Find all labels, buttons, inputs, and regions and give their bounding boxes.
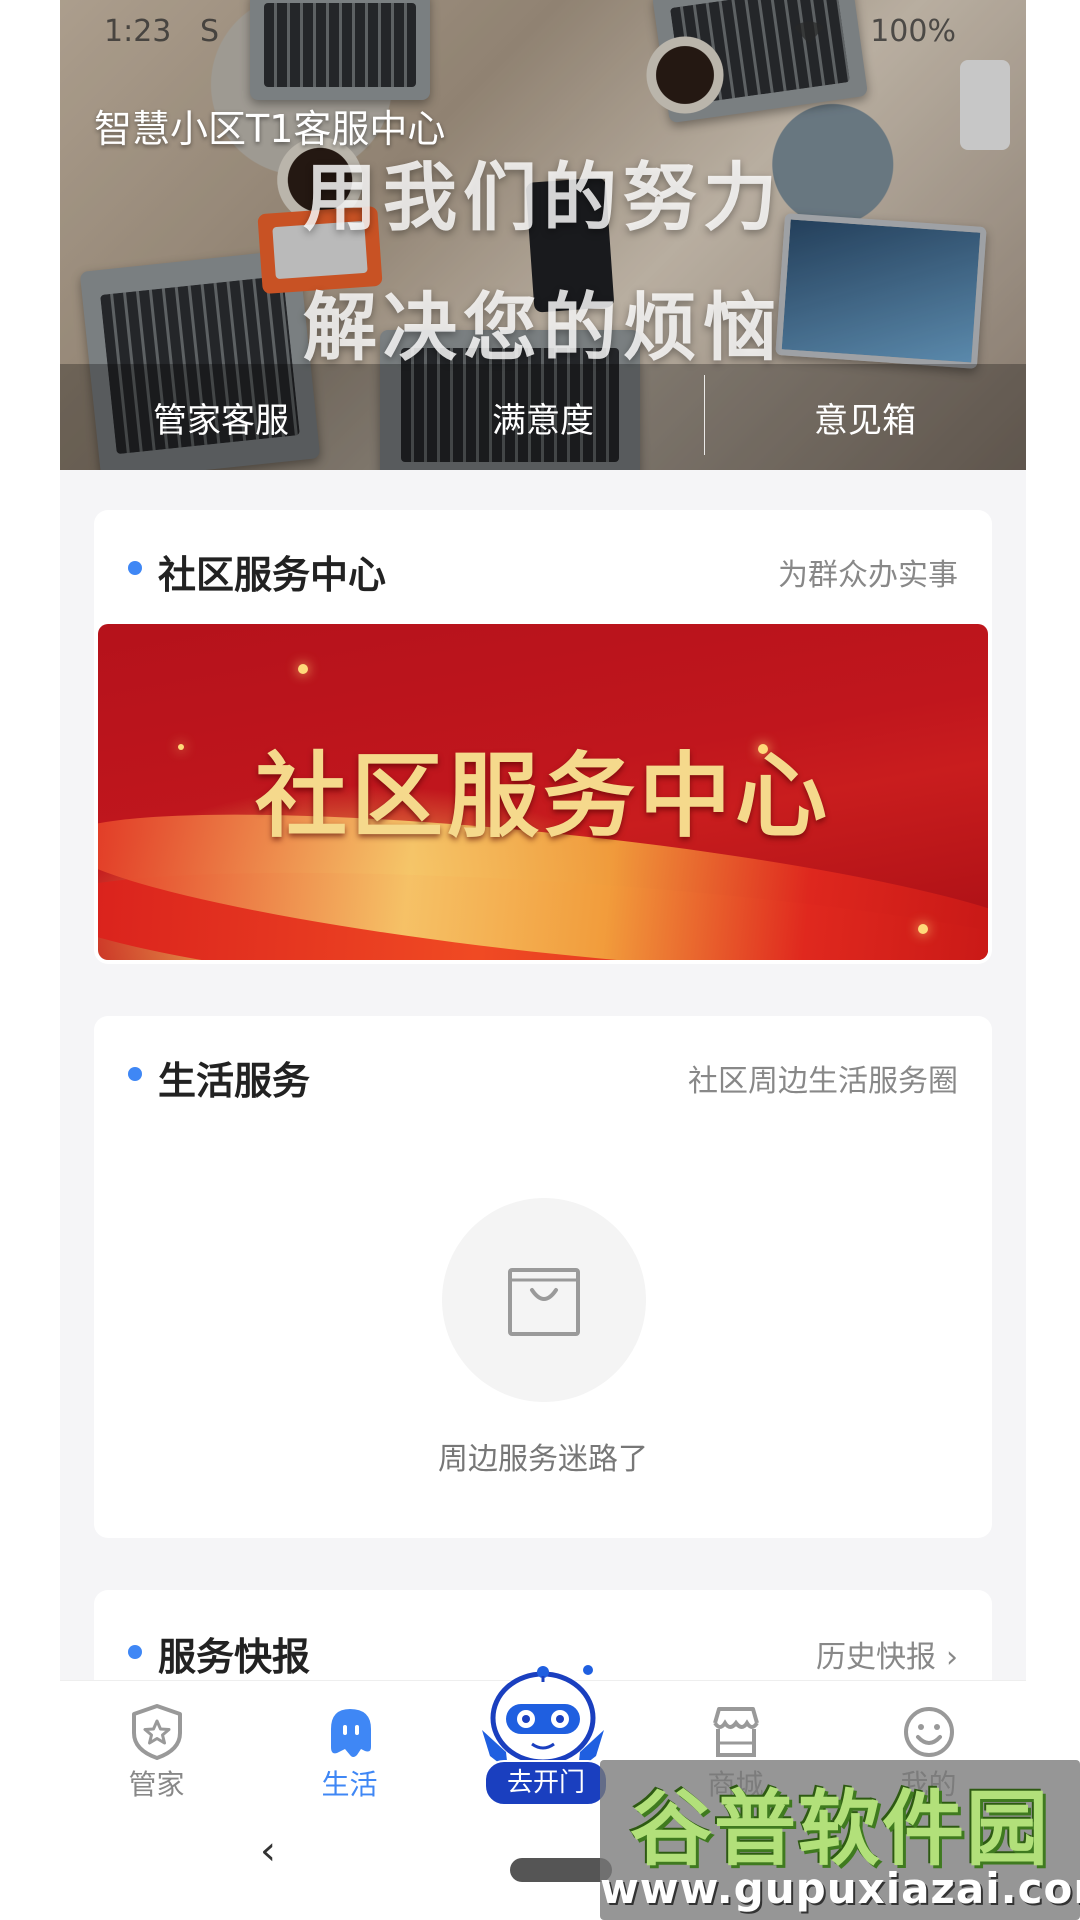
back-icon[interactable]: ‹ [260, 1828, 276, 1874]
tab-suggestion-box[interactable]: 意见箱 [704, 374, 1026, 455]
history-news-link[interactable]: 历史快报 › [816, 1632, 958, 1676]
life-service-card: 生活服务 社区周边生活服务圈 周边服务迷路了 [94, 1016, 992, 1538]
nav-item-butler[interactable]: 管家 [60, 1681, 253, 1809]
banner-title: 社区服务中心 [254, 742, 831, 850]
empty-state-text: 周边服务迷路了 [438, 1442, 648, 1477]
home-pill-button[interactable] [510, 1858, 612, 1882]
status-time: 1:23 [104, 14, 172, 49]
nav-label: 管家 [128, 1768, 185, 1801]
card-header: 社区服务中心 为群众办实事 [94, 510, 992, 626]
banner-spark [918, 924, 928, 934]
smiley-icon [904, 1707, 954, 1757]
empty-state-illustration [442, 1198, 646, 1402]
history-news-label: 历史快报 [816, 1640, 936, 1675]
section-title: 生活服务 [158, 1059, 311, 1103]
hero-banner: 1:23 S 100% 智慧小区T1客服中心 用我们的努力 解决您的烦恼 管家客… [60, 0, 1026, 470]
watermark-url: www.gupuxiazai.com [600, 1864, 1080, 1913]
open-door-button[interactable]: 去开门 [484, 1760, 608, 1806]
chevron-right-icon: › [946, 1640, 958, 1675]
slogan-line-2: 解决您的烦恼 [303, 285, 783, 371]
banner-spark [298, 664, 308, 674]
section-dot [128, 1067, 142, 1081]
section-title: 服务快报 [158, 1635, 311, 1679]
tab-satisfaction[interactable]: 满意度 [382, 393, 704, 442]
wifi-icon [794, 21, 824, 44]
carrier-icon: S [200, 14, 220, 49]
community-center-card: 社区服务中心 为群众办实事 社区服务中心 [94, 510, 992, 964]
section-subtitle: 为群众办实事 [778, 558, 958, 593]
section-dot [128, 1645, 142, 1659]
community-center-banner[interactable]: 社区服务中心 [98, 624, 988, 960]
card-header: 生活服务 社区周边生活服务圈 [94, 1016, 992, 1132]
status-bar: 1:23 S 100% [60, 0, 1026, 64]
hero-tab-bar: 管家客服 满意度 意见箱 [60, 364, 1026, 470]
shield-star-icon [132, 1704, 182, 1760]
section-title: 社区服务中心 [158, 553, 387, 597]
ghost-life-icon [331, 1709, 371, 1757]
tab-butler-service[interactable]: 管家客服 [60, 393, 382, 442]
store-icon [713, 1707, 759, 1757]
watermark-logo: 谷普软件园 www.gupuxiazai.com [600, 1760, 1080, 1920]
battery-status: 100% [870, 14, 956, 49]
shopping-bag-icon [508, 1268, 580, 1336]
slogan-line-1: 用我们的努力 [303, 155, 783, 241]
nav-label: 生活 [321, 1768, 378, 1801]
section-dot [128, 561, 142, 575]
section-subtitle: 社区周边生活服务圈 [688, 1064, 958, 1099]
app-screen: 1:23 S 100% 智慧小区T1客服中心 用我们的努力 解决您的烦恼 管家客… [60, 0, 1026, 1920]
nav-item-life[interactable]: 生活 [253, 1681, 446, 1809]
